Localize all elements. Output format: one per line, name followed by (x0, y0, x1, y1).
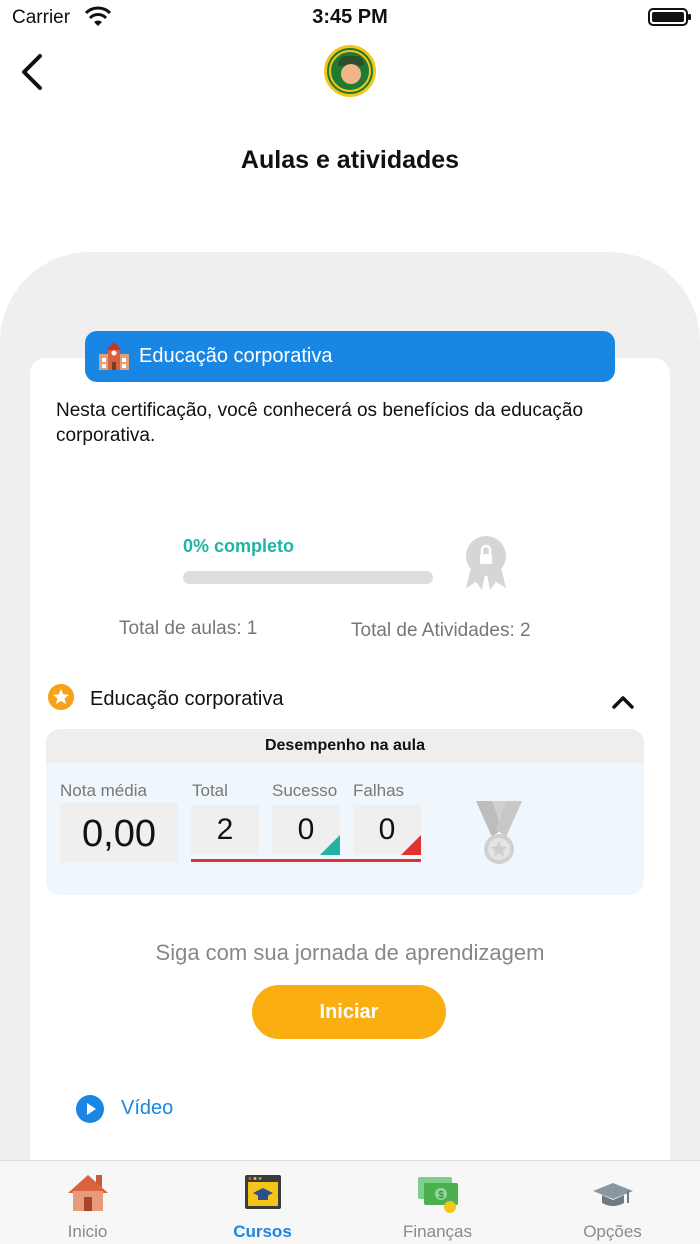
tab-inicio[interactable]: Inicio (0, 1161, 175, 1244)
failures-label: Falhas (353, 781, 405, 800)
progress-bar (183, 571, 433, 584)
home-icon (68, 1175, 108, 1211)
course-banner: Educação corporativa (85, 331, 615, 382)
failures-value-box: 0 (353, 805, 421, 855)
status-time: 3:45 PM (312, 6, 388, 28)
tab-inicio-label: Inicio (67, 1222, 108, 1241)
performance-panel: Desempenho na aula Nota média 0,00 Total… (46, 729, 644, 895)
course-description: Nesta certificação, você conhecerá os be… (56, 400, 584, 446)
average-grade-label: Nota média (60, 781, 147, 800)
back-chevron-icon[interactable] (18, 52, 48, 92)
performance-heading: Desempenho na aula (46, 729, 644, 763)
total-activities: Total de Atividades: 2 (351, 620, 531, 641)
progress-label: 0% completo (183, 536, 295, 556)
tab-opcoes-label: Opções (583, 1222, 642, 1241)
lesson-section-header[interactable]: Educação corporativa (48, 684, 648, 720)
medal-icon (476, 801, 522, 864)
tab-financas-label: Finanças (403, 1222, 472, 1241)
course-banner-title: Educação corporativa (139, 345, 333, 367)
success-value-box: 0 (272, 805, 340, 855)
money-icon: $ (418, 1177, 458, 1213)
average-grade-value: 0,00 (60, 803, 178, 863)
tab-opcoes[interactable]: Opções (525, 1161, 700, 1244)
courses-icon (245, 1175, 281, 1209)
battery-icon (648, 8, 691, 26)
tab-financas[interactable]: $ Finanças (350, 1161, 525, 1244)
svg-text:$: $ (438, 1190, 444, 1201)
total-value: 2 (191, 805, 259, 855)
locked-certificate-icon (466, 536, 506, 590)
tab-cursos-label: Cursos (233, 1222, 292, 1241)
total-label: Total (192, 781, 228, 800)
success-value: 0 (297, 813, 315, 846)
performance-underline (191, 859, 421, 862)
graduation-cap-icon (593, 1183, 633, 1206)
brand-logo (324, 45, 376, 97)
success-label: Sucesso (272, 781, 338, 800)
school-building-icon (99, 342, 129, 370)
success-corner-marker (320, 835, 340, 855)
play-icon (76, 1095, 104, 1123)
failures-corner-marker (401, 835, 421, 855)
video-label: Vídeo (121, 1097, 174, 1119)
page-title: Aulas e atividades (240, 146, 460, 174)
status-bar: Carrier 3:45 PM (0, 0, 700, 36)
start-button[interactable]: Iniciar (252, 985, 446, 1039)
tab-cursos[interactable]: Cursos (175, 1161, 350, 1244)
total-lessons: Total de aulas: 1 (119, 618, 258, 639)
chevron-up-icon[interactable] (611, 694, 635, 710)
journey-prompt: Siga com sua jornada de aprendizagem (155, 940, 545, 965)
lesson-title: Educação corporativa (90, 688, 284, 710)
star-icon (48, 684, 74, 710)
tab-bar: Inicio Cursos $ Finanças Opções (0, 1160, 700, 1244)
failures-value: 0 (378, 813, 396, 846)
